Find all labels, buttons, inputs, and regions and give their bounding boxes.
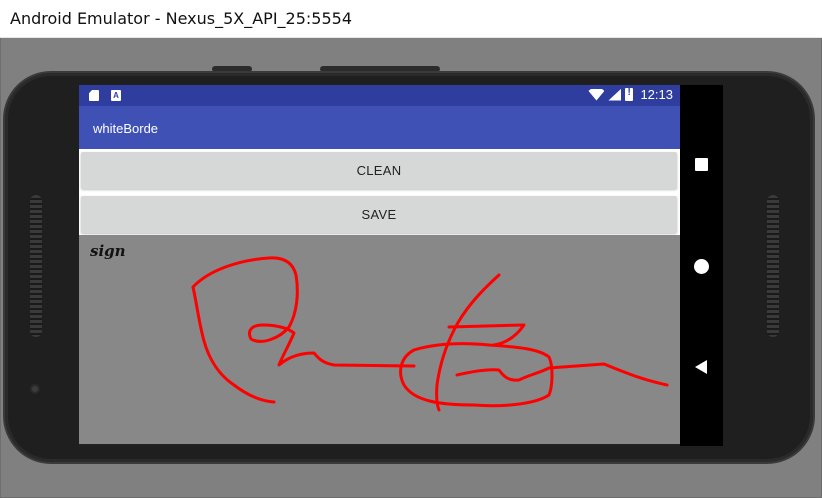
signal-icon: [608, 88, 622, 101]
notification-a-icon: A: [111, 90, 121, 101]
screen-bottom-edge: [79, 444, 680, 446]
signature-stroke-2: [191, 285, 276, 404]
signature-stroke-4: [447, 323, 526, 347]
emulator-title-bar: Android Emulator - Nexus_5X_API_25:5554: [0, 0, 822, 38]
status-indicators: 12:13: [588, 87, 673, 102]
device-screen: A 12:13 whiteBorde CLEAN SAVE sign: [79, 85, 723, 446]
wifi-icon: [588, 88, 605, 101]
left-speaker-grill: [30, 195, 42, 337]
sim-card-icon: [89, 90, 99, 101]
right-speaker-grill: [767, 195, 779, 337]
back-icon[interactable]: [695, 360, 707, 374]
window-title: Android Emulator - Nexus_5X_API_25:5554: [10, 9, 353, 28]
notification-a-glyph: A: [113, 91, 119, 100]
navigation-bar: [680, 85, 723, 446]
app-bar: whiteBorde: [79, 106, 680, 149]
app-content: CLEAN SAVE sign: [79, 149, 680, 444]
battery-icon: [625, 87, 634, 101]
home-icon[interactable]: [694, 259, 709, 274]
signature-canvas[interactable]: sign: [79, 235, 680, 444]
signature-stroke-6: [455, 362, 669, 387]
save-button[interactable]: SAVE: [81, 196, 677, 233]
recent-apps-icon[interactable]: [695, 158, 708, 171]
signature-drawing: [191, 256, 669, 412]
app-title: whiteBorde: [93, 121, 159, 136]
status-bar: A 12:13: [79, 85, 680, 106]
signature-stroke-1: [191, 256, 416, 368]
clean-button[interactable]: CLEAN: [81, 152, 677, 189]
front-camera-icon: [30, 384, 40, 394]
status-clock: 12:13: [640, 87, 673, 102]
